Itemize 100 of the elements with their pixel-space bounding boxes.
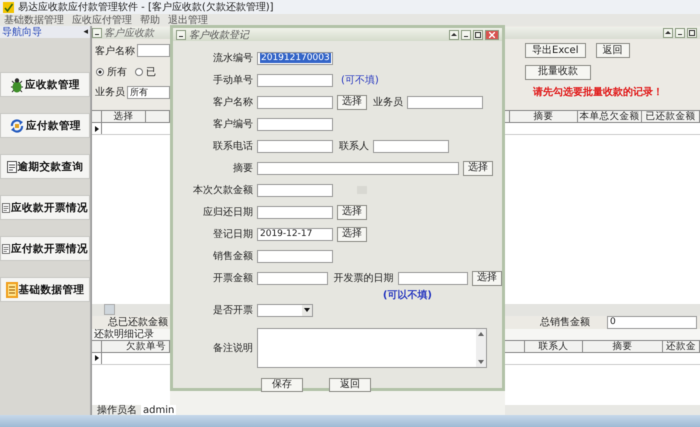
nav-button[interactable]: 应付款管理 — [0, 113, 90, 138]
field-label: 流水编号 — [212, 52, 253, 65]
select-button[interactable]: 选择 — [463, 160, 493, 176]
column-header: 选择 — [102, 111, 146, 122]
dropdown[interactable] — [257, 304, 313, 316]
input-field[interactable] — [257, 96, 333, 108]
column-header: 摘要 — [583, 340, 663, 352]
document-icon — [2, 242, 10, 254]
field-label: 本次欠款金额 — [192, 184, 253, 197]
field-label: 应归还日期 — [202, 206, 253, 219]
select-button[interactable]: 选择 — [337, 94, 367, 110]
field-label: 业务员 — [95, 86, 125, 100]
input-field[interactable]: 201912170003 — [257, 52, 333, 64]
minimize-button[interactable] — [675, 28, 685, 38]
down-arrow-icon[interactable] — [478, 360, 484, 364]
toolbar-button[interactable]: 导出Excel — [525, 43, 586, 58]
status-label: 操作员名 — [97, 404, 137, 418]
radio-button[interactable] — [96, 68, 104, 76]
input-field[interactable] — [257, 184, 333, 196]
customer-field[interactable] — [137, 44, 170, 58]
field-label: 客户名称 — [95, 44, 135, 58]
up-arrow-icon[interactable] — [478, 332, 484, 336]
input-field[interactable] — [407, 96, 483, 108]
input-field[interactable] — [257, 250, 333, 262]
window-title: 易达应收款应付款管理软件 - [客户应收款(欠款还款管理)] — [18, 0, 274, 14]
close-icon — [489, 32, 495, 38]
remarks-field[interactable] — [257, 328, 487, 368]
radio-label: 已 — [146, 66, 156, 80]
nav-button[interactable]: 应收款开票情况 — [0, 195, 90, 220]
column-header: 摘要 — [510, 111, 578, 122]
field-label: 是否开票 — [212, 304, 253, 317]
total-label: 总销售金额 — [540, 316, 590, 330]
field-label: 备注说明 — [212, 342, 253, 355]
salesman-field[interactable]: 所有 — [127, 86, 170, 99]
field-label: 联系电话 — [212, 140, 253, 153]
select-button[interactable]: 选择 — [337, 204, 367, 220]
menu-item[interactable]: 帮助 — [140, 13, 160, 27]
menu-item[interactable]: 基础数据管理 — [4, 13, 64, 27]
bug-icon — [10, 76, 24, 92]
hint-text: (可不填) — [341, 74, 379, 87]
select-button[interactable]: 选择 — [472, 270, 502, 286]
book-icon — [6, 282, 18, 298]
field-label: 登记日期 — [212, 228, 253, 241]
row-pointer-icon — [94, 355, 98, 362]
select-button[interactable]: 选择 — [337, 226, 367, 242]
child-window-title: 客户应收款 — [104, 27, 154, 39]
scrollbar[interactable] — [505, 304, 700, 316]
input-field[interactable] — [257, 162, 459, 174]
cycle-arrows-icon — [9, 118, 25, 134]
nav-button[interactable]: 应付款开票情况 — [0, 236, 90, 261]
dialog-button[interactable]: 返回 — [329, 378, 371, 392]
system-menu-button[interactable] — [92, 28, 102, 38]
maximize-button[interactable] — [473, 30, 483, 40]
dialog-button[interactable]: 保存 — [261, 378, 303, 392]
radio-label: 所有 — [107, 66, 127, 80]
row-pointer-icon — [94, 126, 98, 132]
system-menu-button[interactable] — [176, 30, 186, 40]
input-field[interactable] — [373, 140, 449, 152]
caret-icon — [304, 308, 310, 312]
input-field[interactable] — [257, 272, 328, 284]
field-label: 开票金额 — [212, 272, 253, 285]
section-title: 还款明细记录 — [94, 328, 154, 341]
field-label: 手动单号 — [212, 74, 253, 87]
menu-item[interactable]: 退出管理 — [168, 13, 208, 27]
document-icon — [6, 160, 16, 172]
menu-item[interactable]: 应收应付管理 — [72, 13, 132, 27]
total-label: 总已还款金额 — [108, 316, 169, 329]
column-header: 已还款金额 — [642, 111, 700, 122]
restore-button[interactable] — [663, 28, 673, 38]
field-label: 客户编号 — [212, 118, 253, 131]
field-label: 摘要 — [232, 162, 253, 175]
input-field[interactable] — [257, 140, 333, 152]
field-label: 联系人 — [339, 140, 369, 153]
input-field[interactable] — [398, 272, 468, 284]
nav-button[interactable]: 逾期交款查询 — [0, 154, 90, 179]
nav-title: 导航向导 — [2, 26, 42, 39]
field-label: 开发票的日期 — [334, 272, 394, 285]
nav-button[interactable]: 应收款管理 — [0, 72, 90, 97]
column-header: 联系人 — [525, 340, 583, 352]
batch-collect-button[interactable]: 批量收款 — [525, 64, 591, 80]
app-icon — [3, 2, 14, 12]
input-field[interactable] — [257, 74, 333, 86]
nav-button[interactable]: 基础数据管理 — [0, 277, 90, 302]
input-field[interactable]: 2019-12-17 — [257, 228, 333, 240]
radio-button[interactable] — [135, 68, 143, 76]
scroll-left-button[interactable] — [104, 304, 115, 316]
input-field[interactable] — [257, 118, 333, 130]
toolbar-button[interactable]: 返回 — [596, 43, 630, 58]
field-label: 客户名称 — [212, 96, 253, 109]
scrollbar[interactable] — [92, 304, 170, 316]
hint-text: (可以不填) — [382, 288, 432, 302]
minimize-button[interactable] — [461, 30, 471, 40]
column-header: 还款金 — [663, 340, 700, 352]
total-field: 0 — [607, 316, 697, 329]
input-field[interactable] — [257, 206, 333, 218]
restore-button[interactable] — [449, 30, 459, 40]
maximize-button[interactable] — [687, 28, 697, 38]
field-label: 业务员 — [373, 96, 403, 109]
close-button[interactable] — [485, 30, 499, 40]
collapse-button[interactable]: ◂ — [83, 27, 88, 37]
